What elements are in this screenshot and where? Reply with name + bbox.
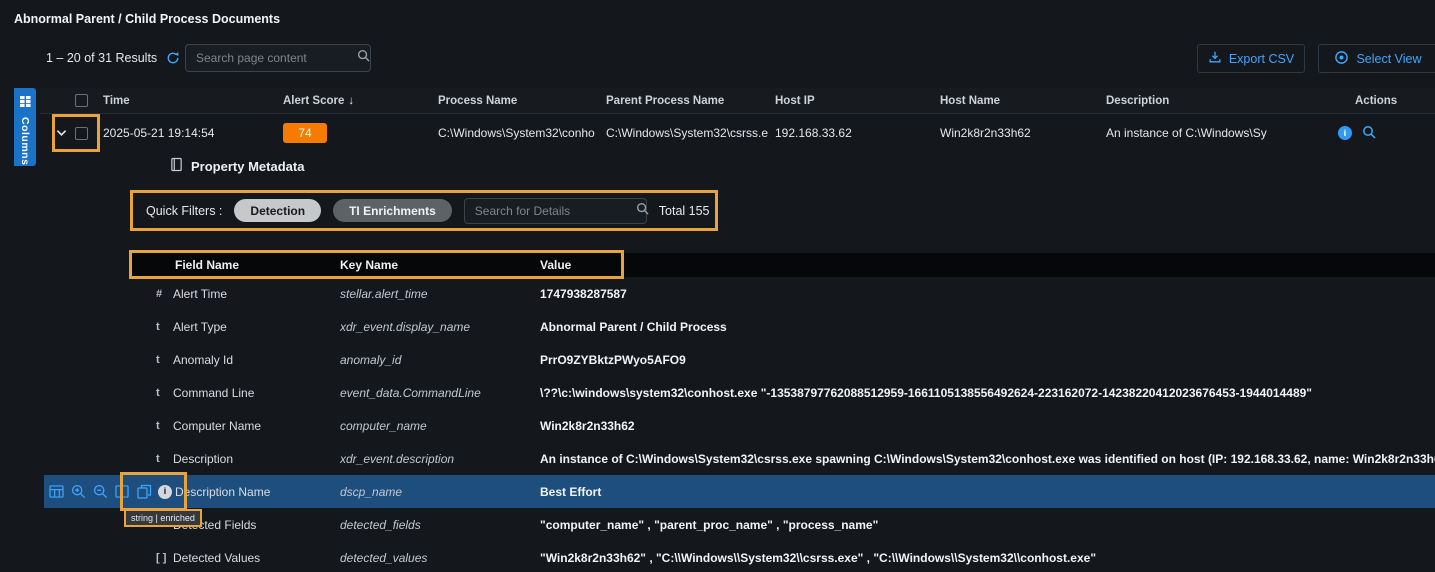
cell-process-name: C:\Windows\System32\conho — [438, 126, 606, 140]
cell-host-name: Win2k8r2n33h62 — [940, 126, 1106, 140]
refresh-icon[interactable] — [166, 51, 180, 65]
search-icon — [636, 202, 649, 220]
filter-detection-button[interactable]: Detection — [234, 199, 321, 222]
details-search — [464, 198, 647, 224]
table-header: Time Alert Score↓ Process Name Parent Pr… — [40, 88, 1435, 114]
table-row: 2025-05-21 19:14:54 74 C:\Windows\System… — [40, 114, 1435, 152]
add-to-table-icon[interactable] — [48, 484, 64, 500]
book-icon — [170, 157, 183, 175]
cell-description: An instance of C:\Windows\Sy — [1106, 126, 1330, 140]
row-checkbox[interactable] — [75, 127, 88, 140]
download-icon — [1208, 50, 1222, 67]
search-icon — [357, 49, 370, 67]
string-type-icon: t — [156, 453, 173, 465]
string-type-icon: t — [156, 321, 173, 333]
select-all-checkbox[interactable] — [75, 94, 88, 107]
property-metadata-title: Property Metadata — [170, 157, 304, 175]
meta-row-detected-values: [ ]Detected Values detected_values "Win2… — [130, 541, 1435, 572]
export-csv-label: Export CSV — [1229, 52, 1294, 66]
zoom-out-icon[interactable] — [92, 484, 108, 500]
row-search-icon[interactable] — [1362, 125, 1376, 142]
copy-icon[interactable] — [136, 484, 152, 500]
metadata-rows: #Alert Time stellar.alert_time 174793828… — [130, 277, 1435, 572]
zoom-in-icon[interactable] — [70, 484, 86, 500]
details-search-input[interactable] — [465, 204, 636, 218]
meta-row-detected-fields: Detected Fields detected_fields "compute… — [130, 508, 1435, 541]
sort-desc-icon: ↓ — [348, 95, 354, 107]
select-view-label: Select View — [1356, 52, 1421, 66]
columns-tab[interactable]: Columns — [14, 88, 36, 166]
expand-chevron-icon[interactable] — [56, 129, 67, 137]
metadata-table-header: Field Name Key Name Value — [130, 253, 1435, 277]
meta-col-key-name: Key Name — [340, 258, 540, 272]
quick-filters-bar: Quick Filters : Detection TI Enrichments… — [130, 190, 718, 231]
col-header-process-name[interactable]: Process Name — [438, 95, 606, 107]
cell-host-ip: 192.168.33.62 — [775, 126, 940, 140]
view-icon — [1334, 50, 1349, 68]
results-count-text: 1 – 20 of 31 Results — [46, 51, 157, 65]
page-search-input[interactable] — [186, 51, 357, 65]
cell-parent-process-name: C:\Windows\System32\csrss.e — [606, 126, 775, 140]
row-hover-actions: i — [48, 484, 172, 500]
array-type-icon: [ ] — [156, 552, 173, 564]
string-type-icon: t — [156, 354, 173, 366]
filter-ti-enrichments-button[interactable]: TI Enrichments — [333, 199, 452, 222]
toggle-column-icon[interactable] — [114, 484, 130, 500]
field-type-tooltip: string | enriched — [124, 509, 202, 527]
col-header-actions: Actions — [1355, 95, 1397, 107]
cell-time: 2025-05-21 19:14:54 — [103, 126, 283, 140]
meta-row-anomaly-id: tAnomaly Id anomaly_id PrrO9ZYBktzPWyo5A… — [130, 343, 1435, 376]
meta-row-computer-name: tComputer Name computer_name Win2k8r2n33… — [130, 409, 1435, 442]
string-type-icon: t — [156, 420, 173, 432]
total-count: Total 155 — [659, 204, 710, 218]
meta-col-value: Value — [540, 258, 1435, 272]
col-header-parent-process-name[interactable]: Parent Process Name — [606, 95, 775, 107]
col-header-time[interactable]: Time — [103, 95, 283, 107]
field-info-icon[interactable]: i — [158, 485, 172, 499]
page-search — [185, 44, 371, 72]
meta-row-command-line: tCommand Line event_data.CommandLine \??… — [130, 376, 1435, 409]
meta-row-description-name: i string | enriched Description Name dsc… — [44, 475, 1435, 508]
meta-row-alert-time: #Alert Time stellar.alert_time 174793828… — [130, 277, 1435, 310]
row-info-icon[interactable]: i — [1338, 126, 1352, 140]
col-header-description[interactable]: Description — [1106, 95, 1330, 107]
grid-icon — [20, 94, 31, 112]
columns-tab-label: Columns — [19, 117, 31, 165]
alert-score-badge: 74 — [283, 123, 327, 143]
select-view-button[interactable]: Select View — [1318, 44, 1435, 73]
string-type-icon: t — [156, 387, 173, 399]
meta-row-description: tDescription xdr_event.description An in… — [130, 442, 1435, 475]
number-type-icon: # — [156, 288, 173, 300]
col-header-host-ip[interactable]: Host IP — [775, 95, 940, 107]
meta-row-alert-type: tAlert Type xdr_event.display_name Abnor… — [130, 310, 1435, 343]
quick-filters-label: Quick Filters : — [146, 204, 222, 218]
results-summary: 1 – 20 of 31 Results — [46, 51, 180, 65]
col-header-alert-score[interactable]: Alert Score↓ — [283, 95, 438, 107]
meta-col-field-name: Field Name — [130, 258, 340, 272]
app-window: Abnormal Parent / Child Process Document… — [0, 0, 1435, 572]
export-csv-button[interactable]: Export CSV — [1197, 44, 1305, 73]
col-header-host-name[interactable]: Host Name — [940, 95, 1106, 107]
page-title: Abnormal Parent / Child Process Document… — [14, 12, 280, 26]
